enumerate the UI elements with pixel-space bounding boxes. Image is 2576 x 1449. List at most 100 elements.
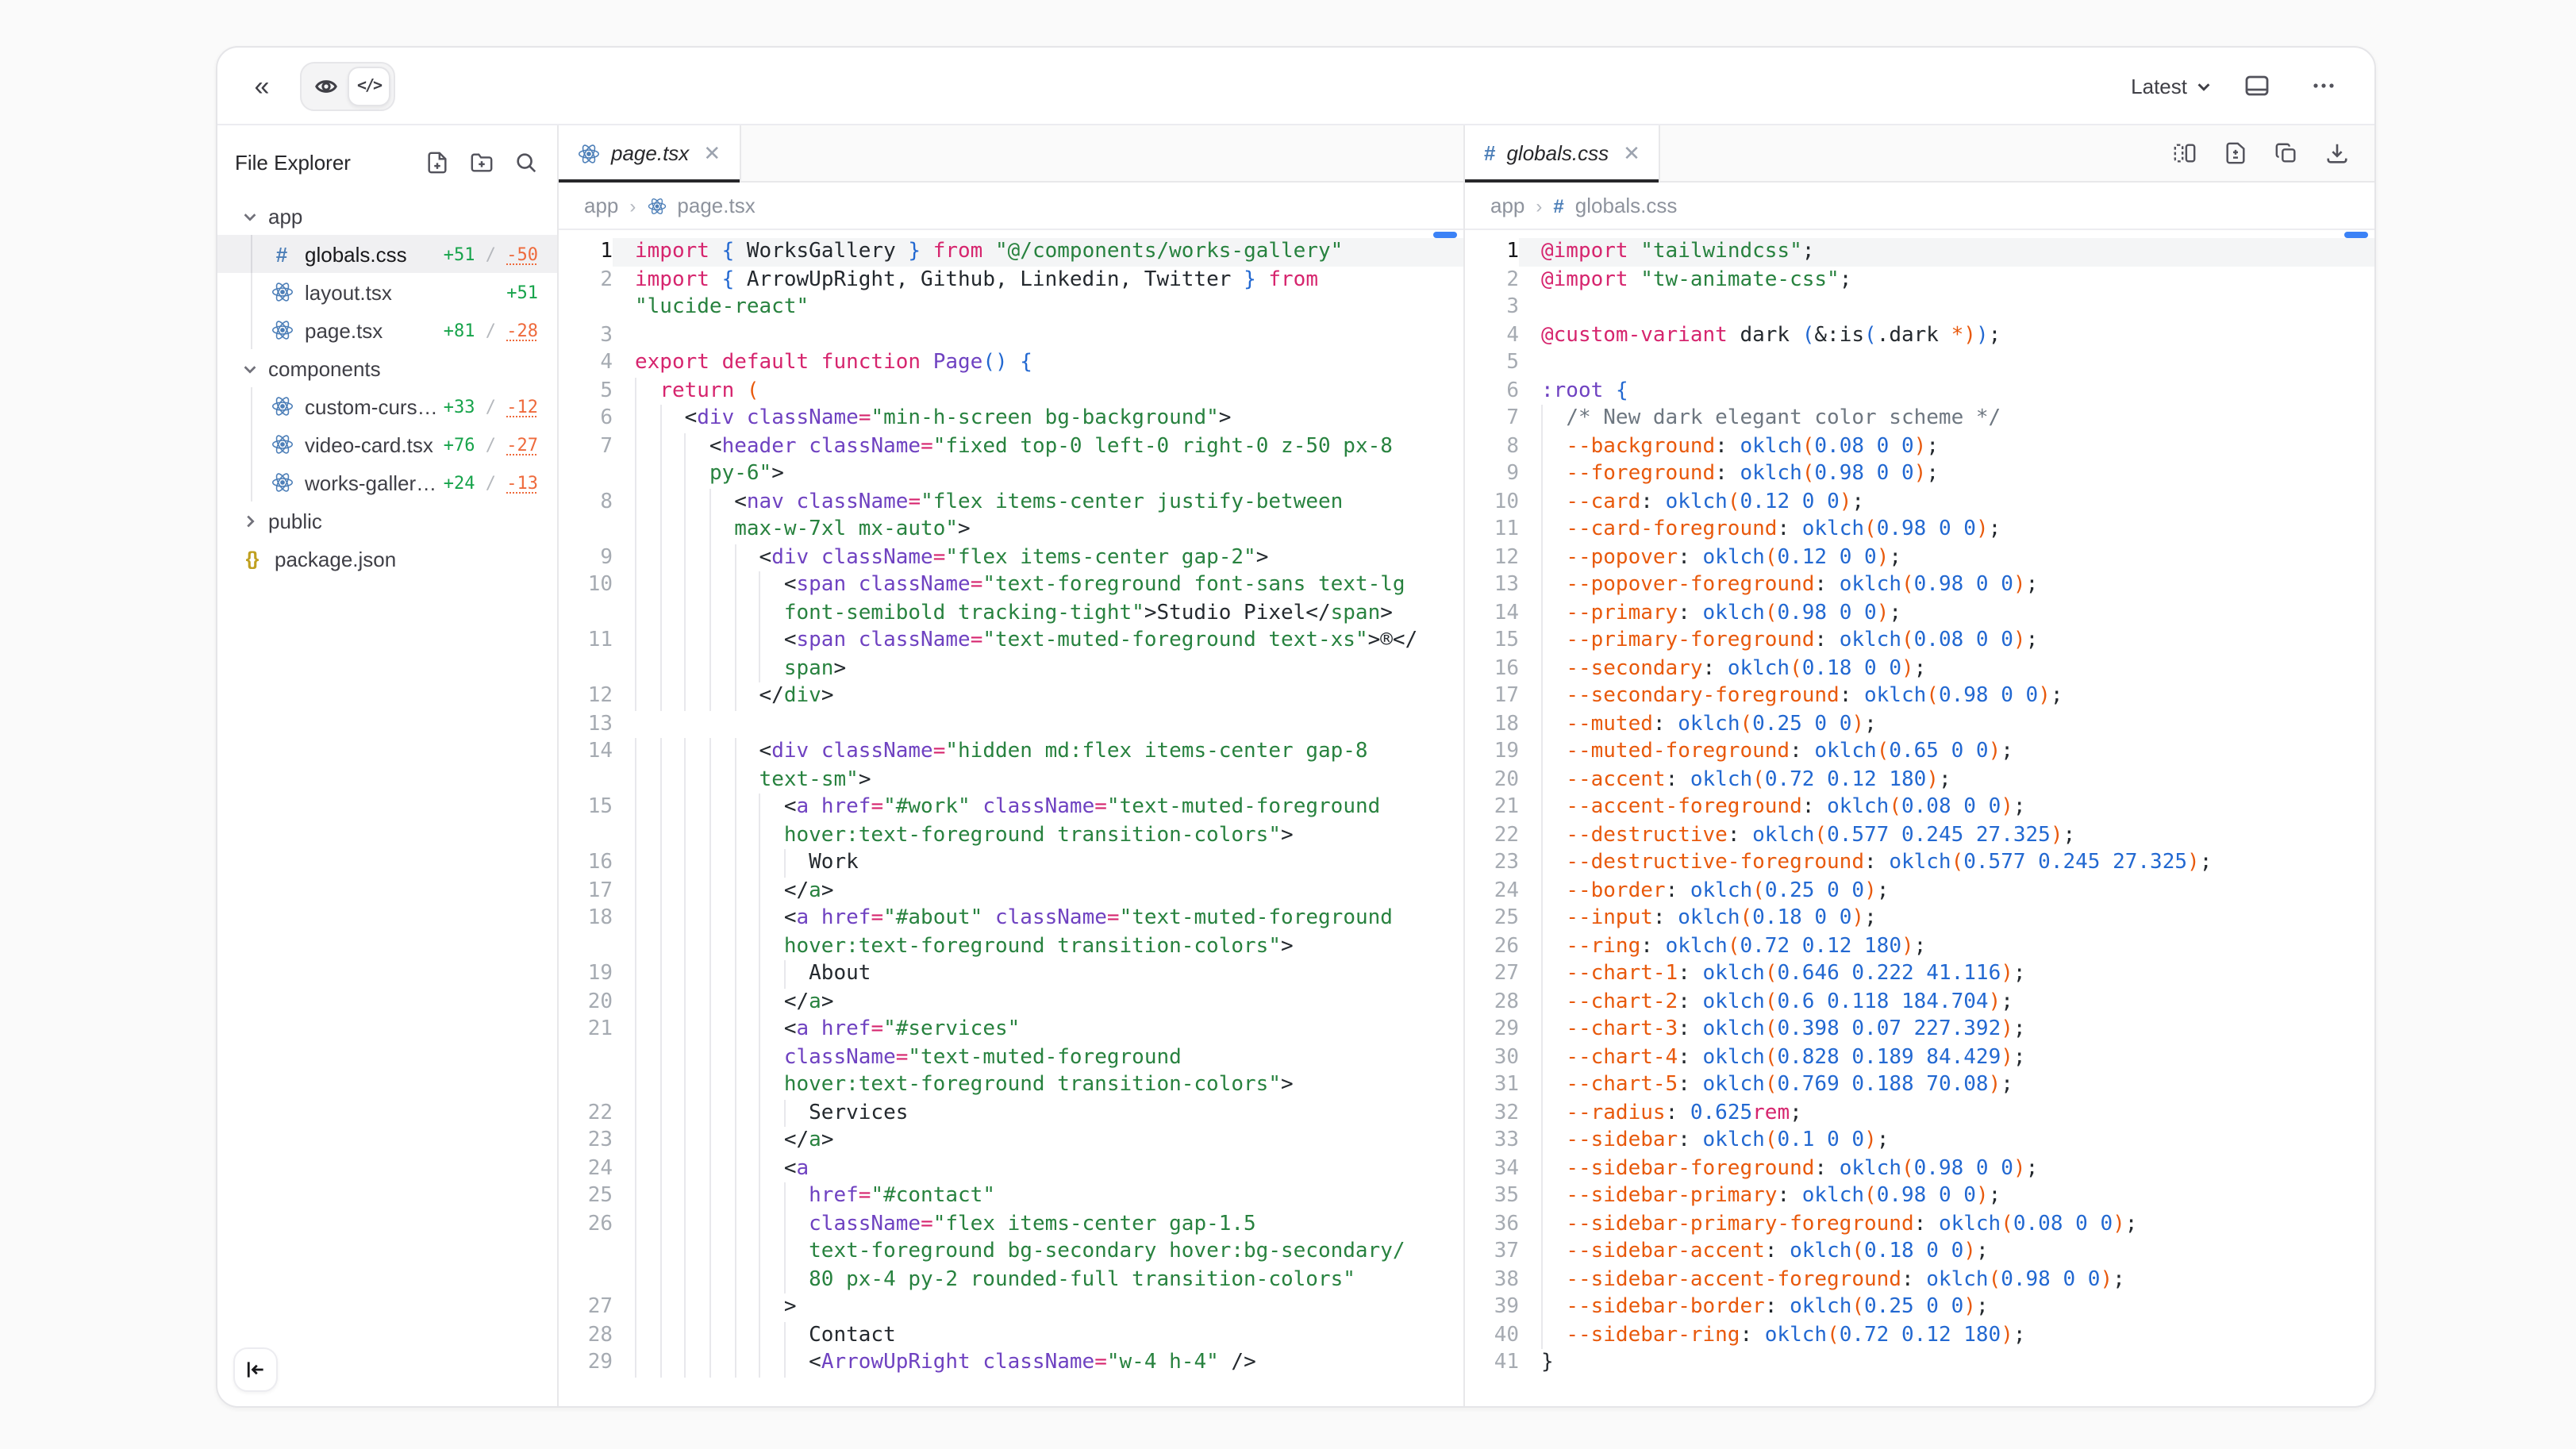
indent-guide: [659, 1155, 661, 1182]
line-number: 30: [1465, 1044, 1519, 1071]
line-number: 22: [1465, 821, 1519, 849]
breadcrumb-page: app › page.tsx: [559, 183, 1463, 230]
indent-guide: [635, 1210, 636, 1238]
tree-file-globals.css[interactable]: #globals.css+51 / -50: [217, 235, 557, 273]
line-number: 4: [1465, 321, 1519, 349]
new-folder-button[interactable]: [470, 150, 494, 174]
collapse-panel-button[interactable]: «: [240, 63, 284, 108]
code-line: <header className="fixed top-0 left-0 ri…: [613, 432, 1463, 460]
preview-toggle-button[interactable]: [305, 66, 348, 106]
tree-file-package.json[interactable]: {}package.json: [217, 540, 557, 578]
indent-guide: [734, 849, 736, 877]
indent-guide: [635, 877, 636, 905]
indent-guide: [734, 599, 736, 627]
code-row: 4export default function Page() {: [559, 349, 1463, 377]
download-button[interactable]: [2314, 131, 2359, 175]
line-number: 35: [1465, 1182, 1519, 1210]
code-line: --primary-foreground: oklch(0.08 0 0);: [1519, 627, 2374, 655]
line-number: 5: [559, 377, 613, 405]
code-line: text-sm">: [613, 766, 1463, 794]
tree-file-custom-curs[interactable]: custom-curs…+33 / -12: [217, 387, 557, 425]
scrollbar-thumb[interactable]: [2344, 232, 2368, 238]
indent-guide: [659, 544, 661, 571]
folder-label: public: [268, 509, 322, 532]
download-icon: [2324, 141, 2348, 165]
diff-stats: +51: [506, 282, 557, 302]
tree-folder-components[interactable]: components: [217, 349, 557, 387]
file-diff-button[interactable]: [2213, 131, 2257, 175]
code-line: <div className="flex items-center gap-2"…: [613, 544, 1463, 571]
tree-file-works-galler[interactable]: works-galler…+24 / -13: [217, 463, 557, 502]
indent-guide: [784, 1321, 786, 1349]
indent-guide: [709, 849, 711, 877]
file-label: package.json: [275, 547, 396, 571]
line-number: 14: [1465, 599, 1519, 627]
code-line: --chart-5: oklch(0.769 0.188 70.08);: [1519, 1071, 2374, 1099]
code-line: --ring: oklch(0.72 0.12 180);: [1519, 932, 2374, 960]
breadcrumb-root[interactable]: app: [584, 194, 618, 217]
breadcrumb-root[interactable]: app: [1490, 194, 1524, 217]
tree-file-layout.tsx[interactable]: layout.tsx+51: [217, 273, 557, 311]
indent-guide: [659, 627, 661, 655]
scrollbar-thumb[interactable]: [1433, 232, 1457, 238]
line-number: 17: [1465, 682, 1519, 710]
tree-file-video-card.tsx[interactable]: video-card.tsx+76 / -27: [217, 425, 557, 463]
code-line: --sidebar-foreground: oklch(0.98 0 0);: [1519, 1155, 2374, 1182]
tree-folder-app[interactable]: app: [217, 197, 557, 235]
tree-file-page.tsx[interactable]: page.tsx+81 / -28: [217, 311, 557, 349]
code-line: hover:text-foreground transition-colors"…: [613, 821, 1463, 849]
code-row: 17 </a>: [559, 877, 1463, 905]
main-area: File Explorer: [217, 125, 2374, 1406]
indent-guide: [635, 377, 636, 405]
search-files-button[interactable]: [514, 150, 538, 174]
new-file-button[interactable]: [425, 150, 449, 174]
indent-guide: [1541, 849, 1543, 877]
tab-page-tsx[interactable]: page.tsx ✕: [559, 125, 741, 181]
code-editor-globals[interactable]: 1@import "tailwindcss";2@import "tw-anim…: [1465, 230, 2374, 1406]
indent-guide: [635, 405, 636, 432]
copy-button[interactable]: [2263, 131, 2308, 175]
line-number: 26: [559, 1210, 613, 1238]
file-tree: app#globals.css+51 / -50layout.tsx+51pag…: [217, 197, 557, 578]
indent-guide: [685, 1321, 686, 1349]
indent-guide: [1541, 1016, 1543, 1044]
close-tab-icon[interactable]: ✕: [703, 140, 721, 166]
line-number: [559, 932, 613, 960]
more-options-button[interactable]: [2301, 63, 2346, 108]
indent-guide: [659, 1127, 661, 1155]
panel-layout-button[interactable]: [2235, 63, 2279, 108]
indent-guide: [659, 599, 661, 627]
collapse-sidebar-button[interactable]: [233, 1347, 278, 1392]
code-toggle-button[interactable]: </>: [348, 66, 390, 106]
line-number: 1: [1465, 238, 1519, 266]
indent-guide: [734, 1127, 736, 1155]
code-row: 24 <a: [559, 1155, 1463, 1182]
indent-guide: [659, 405, 661, 432]
code-row: 35 --sidebar-primary: oklch(0.98 0 0);: [1465, 1182, 2374, 1210]
code-editor-page[interactable]: 1import { WorksGallery } from "@/compone…: [559, 230, 1463, 1406]
indent-guide: [659, 571, 661, 599]
split-view-button[interactable]: [2162, 131, 2206, 175]
indent-guide: [1541, 960, 1543, 988]
indent-guide: [734, 960, 736, 988]
indent-guide: [1541, 1099, 1543, 1127]
indent-guide: [1541, 432, 1543, 460]
code-line: @import "tw-animate-css";: [1519, 266, 2374, 294]
code-row: 15 --primary-foreground: oklch(0.08 0 0)…: [1465, 627, 2374, 655]
indent-guide: [635, 544, 636, 571]
code-line: <a: [613, 1155, 1463, 1182]
tab-globals-css[interactable]: # globals.css ✕: [1465, 125, 1661, 181]
indent-guide: [759, 1293, 761, 1321]
line-number: 21: [1465, 794, 1519, 821]
indent-guide: [759, 1182, 761, 1210]
code-row: 27 --chart-1: oklch(0.646 0.222 41.116);: [1465, 960, 2374, 988]
diff-removed: -12: [506, 396, 538, 417]
version-dropdown[interactable]: Latest: [2131, 74, 2213, 98]
indent-guide: [709, 1238, 711, 1266]
tree-folder-public[interactable]: public: [217, 502, 557, 540]
code-line: <nav className="flex items-center justif…: [613, 488, 1463, 516]
indent-guide: [685, 1127, 686, 1155]
code-row: 33 --sidebar: oklch(0.1 0 0);: [1465, 1127, 2374, 1155]
close-tab-icon[interactable]: ✕: [1623, 140, 1640, 166]
file-label: custom-curs…: [305, 394, 438, 418]
